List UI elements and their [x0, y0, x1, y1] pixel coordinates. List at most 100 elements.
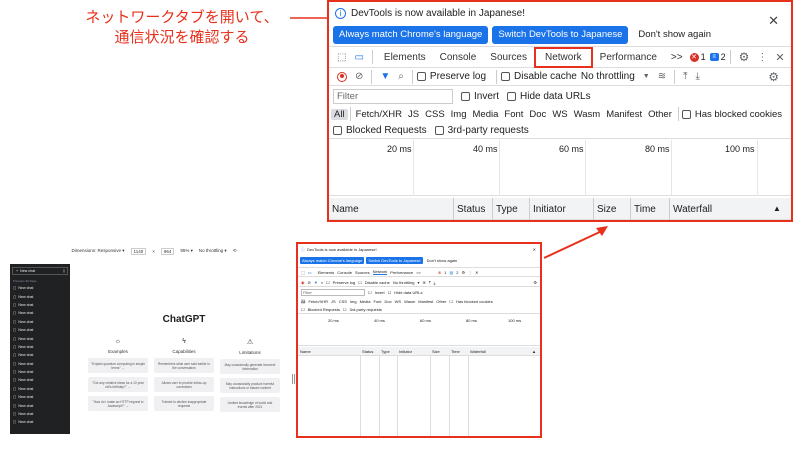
filter-funnel-icon[interactable]: ▼	[314, 280, 318, 285]
rotate-icon[interactable]: ⟲	[233, 248, 237, 254]
type-css[interactable]: CSS	[422, 109, 448, 120]
switch-to-japanese-button[interactable]: Switch DevTools to Japanese	[492, 26, 629, 44]
settings-gear-icon[interactable]: ⚙	[461, 270, 465, 275]
type-all[interactable]: All	[331, 108, 348, 120]
type-all[interactable]: All	[301, 298, 306, 304]
type-wasm[interactable]: Wasm	[404, 299, 415, 304]
network-conditions-icon[interactable]: ≋	[422, 280, 425, 285]
sidebar-chat-item[interactable]: ▢ New chat	[10, 309, 70, 317]
type-img[interactable]: Img	[350, 299, 357, 304]
example-card[interactable]: "How do I make an HTTP request in Javasc…	[88, 396, 148, 411]
throttle-select[interactable]: No throttling ▾	[199, 248, 227, 254]
sidebar-chat-item[interactable]: ▢ New chat	[10, 385, 70, 393]
record-icon[interactable]	[337, 71, 347, 82]
column-time[interactable]: Time	[451, 349, 460, 354]
preserve-log-checkbox[interactable]	[416, 72, 426, 81]
dont-show-again-button[interactable]: Don't show again	[425, 257, 460, 264]
type-wasm[interactable]: Wasm	[571, 109, 604, 120]
sidebar-chat-item[interactable]: ▢ New chat	[10, 343, 70, 351]
close-devtools-icon[interactable]: ✕	[775, 51, 784, 64]
download-icon[interactable]: ⤓	[434, 280, 436, 285]
type-doc[interactable]: Doc	[385, 299, 392, 304]
search-icon[interactable]: ⌕	[398, 71, 404, 82]
blocked-requests-checkbox[interactable]: ☐	[301, 307, 305, 312]
search-icon[interactable]: ⌕	[321, 280, 323, 285]
hide-data-urls-checkbox[interactable]: ☐	[388, 290, 392, 295]
always-match-language-button[interactable]: Always match Chrome's language	[300, 257, 365, 264]
sidebar-chat-item[interactable]: ▢ New chat	[10, 351, 70, 359]
tab-elements[interactable]: Elements	[318, 270, 335, 275]
device-toolbar-icon[interactable]: ▭	[308, 270, 312, 275]
column-initiator[interactable]: Initiator	[533, 204, 566, 215]
message-badge[interactable]: ≡ 2	[709, 52, 726, 62]
sidebar-chat-item[interactable]: ▢ New chat	[10, 401, 70, 409]
type-doc[interactable]: Doc	[526, 109, 549, 120]
column-type[interactable]: Type	[381, 349, 390, 354]
invert-checkbox[interactable]	[461, 91, 470, 101]
tab-sources[interactable]: Sources	[355, 270, 370, 275]
more-tabs-button[interactable]: >>	[416, 270, 421, 275]
tab-elements[interactable]: Elements	[377, 52, 433, 63]
type-other[interactable]: Other	[645, 109, 675, 120]
network-settings-gear-icon[interactable]: ⚙	[533, 280, 537, 285]
width-input[interactable]: 1140	[130, 247, 147, 255]
upload-icon[interactable]: ⤒	[683, 71, 687, 82]
type-fetch-xhr[interactable]: Fetch/XHR	[308, 299, 328, 304]
network-settings-gear-icon[interactable]: ⚙	[768, 70, 779, 84]
column-size[interactable]: Size	[597, 204, 616, 215]
third-party-checkbox[interactable]	[434, 126, 444, 135]
type-js[interactable]: JS	[405, 109, 422, 120]
more-tabs-button[interactable]: >>	[664, 52, 690, 63]
sidebar-chat-item[interactable]: ▢ New chat	[10, 292, 70, 300]
type-font[interactable]: Font	[501, 109, 526, 120]
column-initiator[interactable]: Initiator	[399, 349, 412, 354]
example-card[interactable]: "Got any creative ideas for a 10 year ol…	[88, 377, 148, 392]
blocked-requests-checkbox[interactable]	[333, 126, 342, 135]
type-other[interactable]: Other	[436, 299, 446, 304]
always-match-language-button[interactable]: Always match Chrome's language	[333, 26, 489, 44]
error-icon[interactable]: ⊗	[438, 270, 441, 275]
column-type[interactable]: Type	[496, 204, 518, 215]
column-time[interactable]: Time	[634, 204, 656, 215]
filter-input[interactable]: Filter	[333, 88, 453, 104]
type-img[interactable]: Img	[448, 109, 470, 120]
sidebar-chat-item[interactable]: ▢ New chat	[10, 326, 70, 334]
sidebar-chat-item[interactable]: ▢ New chat	[10, 318, 70, 326]
inspect-element-icon[interactable]: ⬚	[337, 52, 346, 63]
type-ws[interactable]: WS	[395, 299, 401, 304]
height-input[interactable]: 964	[160, 247, 175, 255]
dimensions-select[interactable]: Dimensions: Responsive ▾	[72, 248, 125, 254]
device-toolbar-icon[interactable]: ▭	[354, 52, 363, 63]
tab-network[interactable]: Network	[372, 269, 388, 275]
switch-to-japanese-button[interactable]: Switch DevTools to Japanese	[366, 257, 423, 264]
more-options-icon[interactable]: ⋮	[757, 52, 767, 63]
has-blocked-cookies-checkbox[interactable]	[681, 109, 691, 119]
close-devtools-icon[interactable]: ✕	[475, 270, 478, 275]
network-conditions-icon[interactable]: ≋	[658, 71, 666, 82]
has-blocked-cookies-checkbox[interactable]: ☐	[449, 299, 453, 304]
tab-console[interactable]: Console	[433, 52, 484, 63]
sidebar-chat-item[interactable]: ▢ New chat	[10, 301, 70, 309]
column-size[interactable]: Size	[432, 349, 440, 354]
new-chat-button[interactable]: + New chat ▯	[12, 267, 68, 275]
sidebar-chat-item[interactable]: ▢ New chat	[10, 368, 70, 376]
tab-performance[interactable]: Performance	[390, 270, 413, 275]
sidebar-chat-item[interactable]: ▢ New chat	[10, 360, 70, 368]
message-icon[interactable]: ▤	[449, 270, 453, 275]
column-waterfall[interactable]: Waterfall	[470, 349, 486, 354]
tab-performance[interactable]: Performance	[593, 52, 664, 63]
upload-icon[interactable]: ⤒	[429, 280, 431, 285]
clear-icon[interactable]: ⊘	[355, 71, 363, 82]
sidebar-chat-item[interactable]: ▢ New chat	[10, 376, 70, 384]
disable-cache-checkbox[interactable]	[501, 72, 511, 81]
throttling-select[interactable]: No throttling	[393, 280, 415, 285]
disable-cache-checkbox[interactable]: ☐	[358, 280, 362, 285]
panel-resize-handle[interactable]	[292, 374, 295, 384]
type-media[interactable]: Media	[470, 109, 502, 120]
preserve-log-checkbox[interactable]: ☐	[326, 280, 330, 285]
tab-console[interactable]: Console	[337, 270, 352, 275]
example-card[interactable]: "Explain quantum computing in simple ter…	[88, 358, 148, 373]
settings-gear-icon[interactable]: ⚙	[739, 50, 750, 64]
column-name[interactable]: Name	[300, 349, 311, 354]
error-badge[interactable]: ✕ 1	[689, 52, 706, 62]
